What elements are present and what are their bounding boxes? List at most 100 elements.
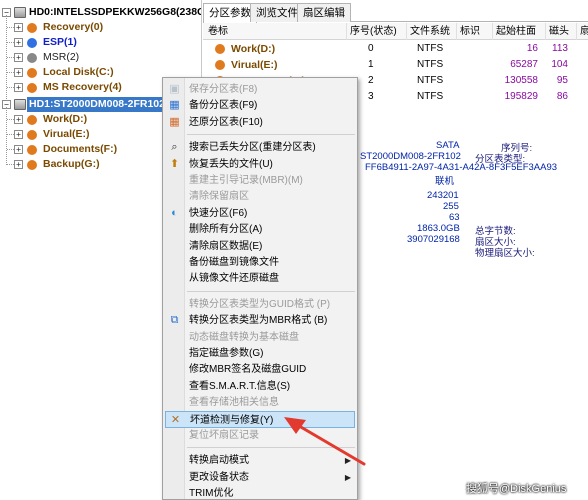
partition-icon: [215, 60, 225, 70]
partition-icon: [27, 23, 37, 33]
file-system: NTFS: [417, 75, 444, 86]
menu-item-18[interactable]: 修改MBR签名及磁盘GUID: [165, 361, 355, 378]
menu-item-11[interactable]: 备份磁盘到镜像文件: [165, 254, 355, 271]
tree-partition[interactable]: + MSR(2): [0, 50, 200, 65]
partition-icon: [27, 68, 37, 78]
column-header[interactable]: 磁头: [546, 23, 577, 40]
hard-disk-icon: [14, 99, 26, 110]
model-value: ST2000DM008-2FR102: [360, 151, 461, 162]
menu-item-label: 指定磁盘参数(G): [189, 348, 264, 359]
tree-partition-label: ESP(1): [43, 36, 77, 48]
menu-item-label: 转换分区表类型为GUID格式 (P): [189, 298, 331, 310]
expand-icon[interactable]: +: [14, 160, 23, 169]
partition-index: 1: [368, 59, 374, 70]
menu-item-label: 清除扇区数据(E): [189, 240, 263, 252]
menu-item-label: 转换分区表类型为MBR格式 (B): [189, 315, 328, 327]
menu-item-label: 保存分区表(F8): [189, 84, 258, 95]
column-header[interactable]: 卷标: [205, 23, 347, 40]
column-header[interactable]: 序号(状态): [347, 23, 407, 40]
column-header[interactable]: 起始柱面: [493, 23, 546, 40]
partition-icon: [215, 44, 225, 54]
partition-icon: [27, 115, 37, 125]
menu-item-9[interactable]: 删除所有分区(A): [165, 221, 355, 238]
partition-icon: [27, 145, 37, 155]
expand-icon[interactable]: +: [14, 130, 23, 139]
menu-item-label: 备份磁盘到镜像文件: [189, 257, 279, 268]
tree-partition[interactable]: + Recovery(0): [0, 20, 200, 35]
menu-item-5[interactable]: ⬆ 恢复丢失的文件(U): [165, 156, 355, 173]
menu-item-17[interactable]: 指定磁盘参数(G): [165, 345, 355, 362]
partition-index: 2: [368, 75, 374, 86]
partition-icon: [27, 160, 37, 170]
menu-item-label: 从镜像文件还原磁盘: [189, 273, 279, 285]
partition-icon: [27, 83, 37, 93]
expand-icon[interactable]: +: [14, 83, 23, 92]
table-row[interactable]: Virual(E:) 1 NTFS 65287 104: [203, 57, 588, 73]
menu-item-label: 备份分区表(F9): [189, 100, 258, 112]
save-icon: ▣: [169, 83, 180, 95]
menu-item-8[interactable]: ◐ 快速分区(F6): [165, 205, 355, 222]
menu-item-4[interactable]: ⌕ 搜索已丢失分区(重建分区表): [165, 139, 355, 156]
menu-item-label: 清除保留扇区: [189, 191, 249, 203]
partition-index: 0: [368, 43, 374, 54]
menu-item-15[interactable]: ⧉ 转换分区表类型为MBR格式 (B): [165, 312, 355, 329]
menu-item-label: 搜索已丢失分区(重建分区表): [189, 142, 316, 154]
tree-partition-label: MS Recovery(4): [43, 81, 122, 93]
menu-item-19[interactable]: 查看S.M.A.R.T.信息(S): [165, 378, 355, 395]
file-system: NTFS: [417, 91, 444, 102]
menu-item-25[interactable]: 更改设备状态 ▶: [165, 469, 355, 486]
menu-item-label: 删除所有分区(A): [189, 224, 263, 236]
menu-item-12[interactable]: 从镜像文件还原磁盘: [165, 270, 355, 287]
menu-item-16: 动态磁盘转换为基本磁盘: [165, 329, 355, 346]
tree-partition[interactable]: + ESP(1): [0, 35, 200, 50]
heads-value: 255: [443, 201, 459, 212]
start-cylinder: 65287: [510, 59, 538, 70]
menu-item-label: 还原分区表(F10): [189, 116, 263, 128]
menu-item-label: 动态磁盘转换为基本磁盘: [189, 331, 299, 343]
tree-line: [7, 134, 14, 135]
tree-line: [7, 87, 14, 88]
capacity-value: 1863.0GB: [417, 223, 460, 234]
expand-icon[interactable]: +: [14, 53, 23, 62]
total-sectors-value: 3907029168: [407, 234, 460, 245]
menu-separator: [187, 134, 355, 136]
column-header[interactable]: 标识: [457, 23, 493, 40]
expand-icon[interactable]: +: [14, 68, 23, 77]
interface-value: SATA: [436, 140, 460, 151]
partition-name: Work(D:): [231, 43, 276, 55]
tree-partition-label: Documents(F:): [43, 143, 118, 155]
tools-icon: ✕: [170, 413, 181, 426]
menu-item-6: 重建主引导记录(MBR)(M): [165, 172, 355, 189]
partition-icon: [27, 38, 37, 48]
column-header[interactable]: 文件系统: [407, 23, 457, 40]
tree-disk-0[interactable]: − HD0:INTELSSDPEKKW256G8(238GB): [0, 5, 201, 20]
tab-2[interactable]: 扇区编辑: [297, 3, 351, 22]
table-row[interactable]: Work(D:) 0 NTFS 16 113: [203, 41, 588, 57]
menu-item-2[interactable]: ▦ 还原分区表(F10): [165, 114, 355, 131]
tree-line: [7, 27, 14, 28]
column-header[interactable]: 扇: [577, 23, 588, 40]
expand-icon[interactable]: +: [14, 23, 23, 32]
menu-item-10[interactable]: 清除扇区数据(E): [165, 238, 355, 255]
head-value: 86: [556, 91, 568, 102]
tab-1[interactable]: 浏览文件: [250, 3, 304, 22]
cylinders-value: 243201: [427, 190, 459, 201]
menu-item-26[interactable]: TRIM优化: [165, 485, 355, 500]
file-system: NTFS: [417, 43, 444, 54]
expand-icon[interactable]: +: [14, 145, 23, 154]
tree-line: [7, 42, 14, 43]
expand-icon[interactable]: +: [14, 38, 23, 47]
tree-partition-label: Backup(G:): [43, 158, 100, 170]
menu-item-1[interactable]: ▦ 备份分区表(F9): [165, 97, 355, 114]
expand-icon[interactable]: +: [14, 115, 23, 124]
menu-item-0: ▣ 保存分区表(F8): [165, 81, 355, 98]
tree-line: [7, 57, 14, 58]
tab-0[interactable]: 分区参数: [203, 3, 257, 23]
menu-item-label: TRIM优化: [189, 488, 234, 500]
partition-grid-header: 卷标 序号(状态) 文件系统 标识 起始柱面 磁头扇: [203, 23, 588, 40]
physical-sector-size-label: 物理扇区大小:: [475, 248, 535, 259]
start-cylinder: 195829: [504, 91, 538, 102]
menu-item-label: 查看存储池相关信息: [189, 397, 279, 409]
restore-table-icon: ▦: [169, 115, 180, 128]
tree-line: [7, 72, 14, 73]
